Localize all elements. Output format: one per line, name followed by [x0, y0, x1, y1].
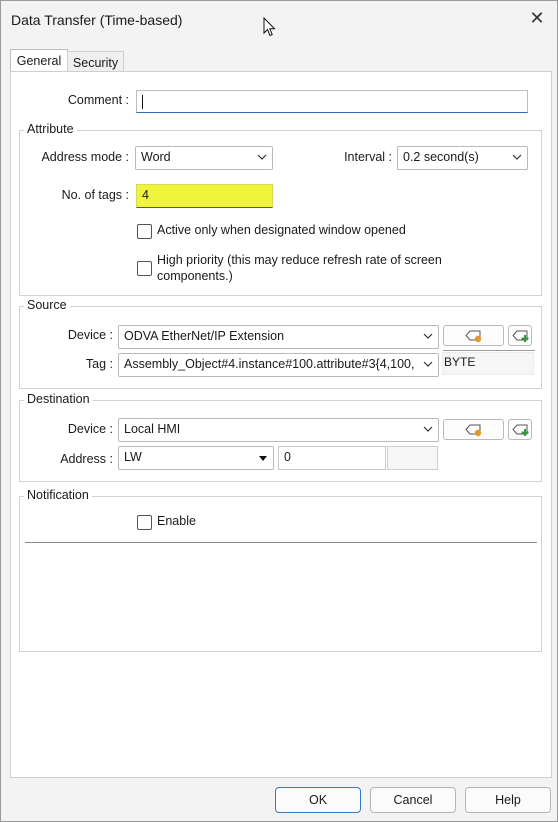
enable-label: Enable	[157, 514, 196, 528]
notification-divider	[25, 542, 537, 543]
destination-group-title: Destination	[24, 392, 93, 406]
tag-settings-icon	[465, 330, 482, 343]
cancel-button[interactable]: Cancel	[370, 787, 456, 813]
address-value: 0	[284, 450, 291, 464]
address-value-input[interactable]: 0	[278, 446, 386, 470]
source-tag-select[interactable]: Assembly_Object#4.instance#100.attribute…	[118, 353, 439, 377]
address-type-select[interactable]: LW	[118, 446, 274, 470]
interval-value: 0.2 second(s)	[403, 150, 479, 164]
address-extra-box	[387, 446, 438, 470]
destination-address-label: Address :	[60, 452, 113, 466]
source-tag-add-button[interactable]	[508, 325, 532, 346]
address-mode-label: Address mode :	[41, 150, 129, 164]
source-tag-label: Tag :	[85, 357, 113, 371]
address-type-value: LW	[124, 450, 142, 464]
tab-general[interactable]: General	[10, 49, 68, 73]
destination-device-label: Device :	[67, 422, 113, 436]
source-device-value: ODVA EtherNet/IP Extension	[124, 329, 285, 343]
tag-add-icon	[512, 424, 529, 436]
close-icon[interactable]: ✕	[526, 7, 548, 29]
destination-device-select[interactable]: Local HMI	[118, 418, 439, 442]
address-mode-select[interactable]: Word	[135, 146, 273, 170]
dialog-window: Data Transfer (Time-based) ✕ General Sec…	[0, 0, 558, 822]
notification-group	[19, 496, 542, 652]
chevron-down-icon	[423, 361, 433, 367]
active-only-checkbox-row[interactable]: Active only when designated window opene…	[137, 223, 406, 239]
text-caret	[142, 94, 143, 109]
help-button[interactable]: Help	[465, 787, 551, 813]
high-priority-checkbox-row[interactable]: High priority (this may reduce refresh r…	[137, 253, 477, 284]
dropdown-triangle-icon	[259, 456, 267, 461]
tag-settings-icon	[465, 424, 482, 437]
interval-select[interactable]: 0.2 second(s)	[397, 146, 528, 170]
window-title: Data Transfer (Time-based)	[11, 12, 183, 28]
chevron-down-icon	[512, 154, 522, 160]
high-priority-label: High priority (this may reduce refresh r…	[157, 253, 442, 283]
chevron-down-icon	[423, 333, 433, 339]
ok-button[interactable]: OK	[275, 787, 361, 813]
tags-count-input[interactable]: 4	[136, 184, 273, 208]
source-divider	[443, 350, 535, 351]
interval-label: Interval :	[344, 150, 392, 164]
source-tag-value: Assembly_Object#4.instance#100.attribute…	[124, 357, 415, 371]
address-mode-value: Word	[141, 150, 171, 164]
active-only-checkbox[interactable]	[137, 224, 152, 239]
cursor-arrow-icon	[263, 17, 276, 37]
attribute-group-title: Attribute	[24, 122, 77, 136]
comment-input[interactable]	[136, 90, 528, 113]
enable-checkbox[interactable]	[137, 515, 152, 530]
source-device-label: Device :	[67, 328, 113, 342]
comment-label: Comment :	[67, 93, 129, 107]
tag-add-icon	[512, 330, 529, 342]
source-tag-settings-button[interactable]	[443, 325, 504, 346]
chevron-down-icon	[257, 154, 267, 160]
source-data-type: BYTE	[442, 352, 534, 375]
source-group-title: Source	[24, 298, 70, 312]
tags-count-value: 4	[142, 188, 149, 202]
destination-tag-add-button[interactable]	[508, 419, 532, 440]
source-device-select[interactable]: ODVA EtherNet/IP Extension	[118, 325, 439, 349]
tags-count-label: No. of tags :	[61, 188, 129, 202]
destination-device-value: Local HMI	[124, 422, 181, 436]
high-priority-checkbox[interactable]	[137, 261, 152, 276]
notification-group-title: Notification	[24, 488, 92, 502]
title-bar: Data Transfer (Time-based) ✕	[1, 1, 557, 39]
chevron-down-icon	[423, 426, 433, 432]
active-only-label: Active only when designated window opene…	[157, 223, 406, 237]
enable-checkbox-row[interactable]: Enable	[137, 514, 196, 530]
destination-tag-settings-button[interactable]	[443, 419, 504, 440]
